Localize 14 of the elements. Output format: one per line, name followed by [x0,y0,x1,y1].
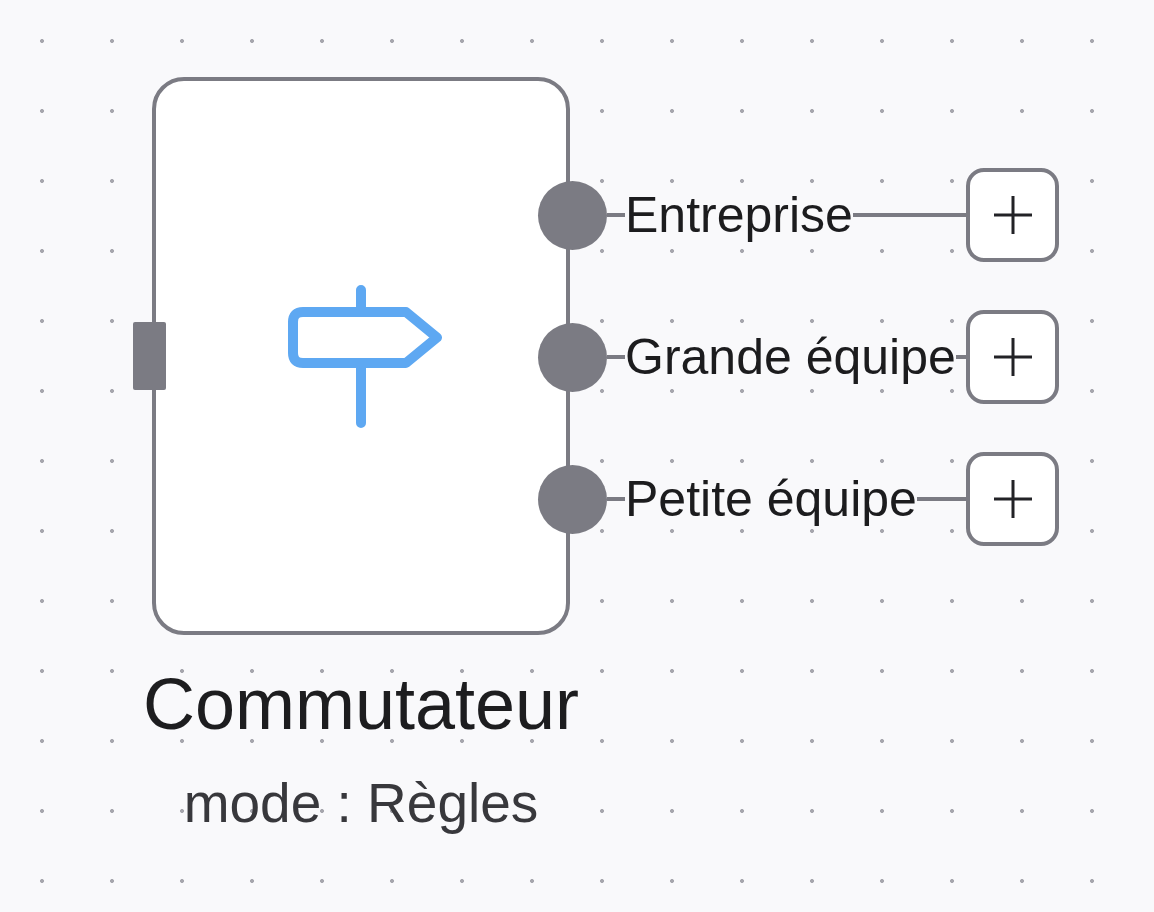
signpost-icon [288,284,442,428]
node-card[interactable] [152,77,570,635]
add-button[interactable] [966,310,1059,404]
node-title: Commutateur [142,663,580,746]
plus-icon [993,196,1032,234]
plus-icon [993,338,1032,376]
output-label: Entreprise [625,187,853,243]
node-subtitle: mode : Règles [183,771,539,837]
add-button[interactable] [966,168,1059,262]
plus-icon [993,480,1032,518]
input-handle[interactable] [133,322,166,390]
output-label: Petite équipe [625,471,917,527]
output-label: Grande équipe [625,329,956,385]
add-button[interactable] [966,452,1059,546]
